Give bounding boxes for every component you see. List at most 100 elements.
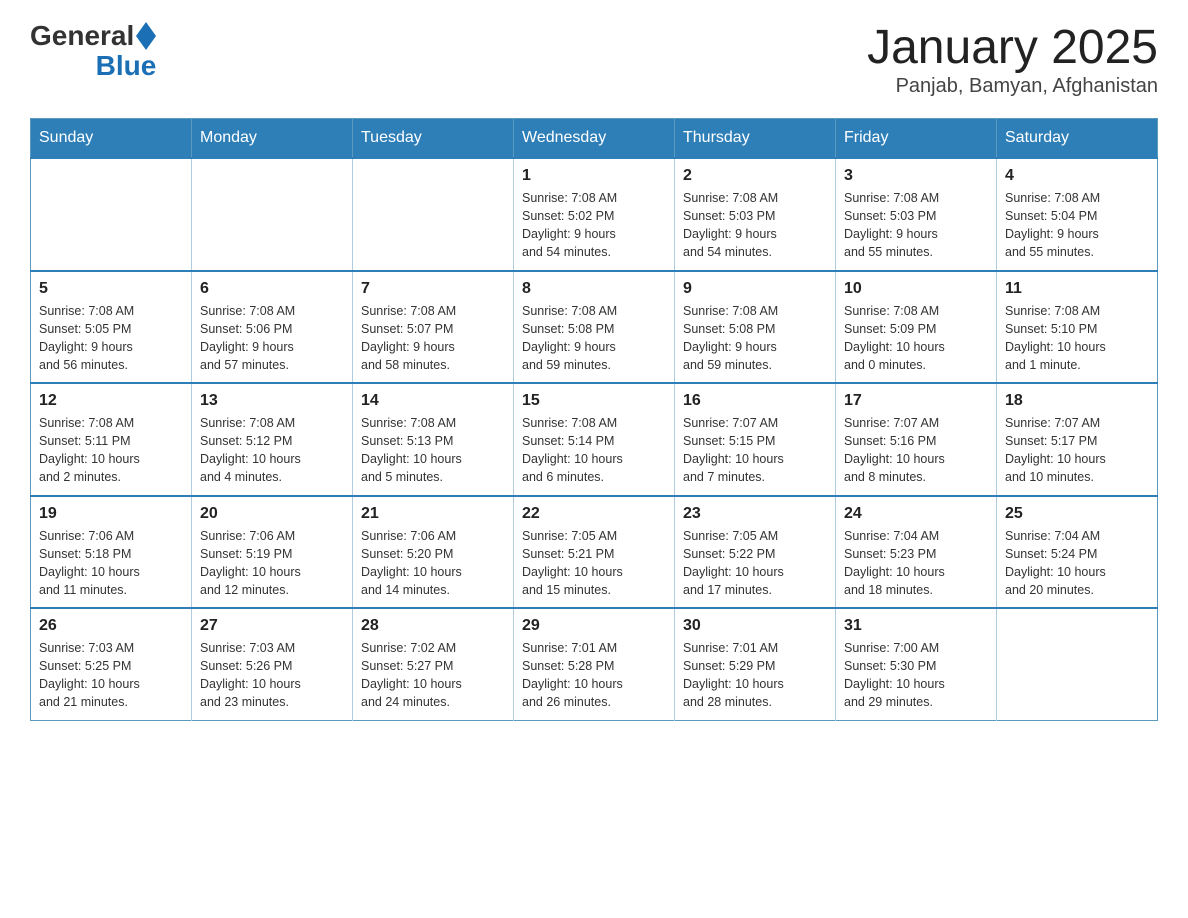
day-info: Sunrise: 7:08 AMSunset: 5:10 PMDaylight:… xyxy=(1005,302,1149,375)
table-row: 10 Sunrise: 7:08 AMSunset: 5:09 PMDayligh… xyxy=(836,271,997,384)
table-row: 25 Sunrise: 7:04 AMSunset: 5:24 PMDayligh… xyxy=(997,496,1158,609)
table-row xyxy=(997,608,1158,720)
day-number: 4 xyxy=(1005,167,1149,185)
day-number: 14 xyxy=(361,392,505,410)
logo-blue: Blue xyxy=(96,50,157,82)
table-row: 31 Sunrise: 7:00 AMSunset: 5:30 PMDayligh… xyxy=(836,608,997,720)
day-number: 29 xyxy=(522,617,666,635)
day-info: Sunrise: 7:08 AMSunset: 5:04 PMDaylight:… xyxy=(1005,189,1149,262)
day-number: 6 xyxy=(200,280,344,298)
day-number: 7 xyxy=(361,280,505,298)
table-row: 20 Sunrise: 7:06 AMSunset: 5:19 PMDayligh… xyxy=(192,496,353,609)
table-row: 16 Sunrise: 7:07 AMSunset: 5:15 PMDayligh… xyxy=(675,383,836,496)
table-row: 17 Sunrise: 7:07 AMSunset: 5:16 PMDayligh… xyxy=(836,383,997,496)
table-row: 6 Sunrise: 7:08 AMSunset: 5:06 PMDaylight… xyxy=(192,271,353,384)
day-number: 19 xyxy=(39,505,183,523)
day-info: Sunrise: 7:08 AMSunset: 5:09 PMDaylight:… xyxy=(844,302,988,375)
calendar-subtitle: Panjab, Bamyan, Afghanistan xyxy=(867,75,1158,98)
calendar-week-row: 5 Sunrise: 7:08 AMSunset: 5:05 PMDaylight… xyxy=(31,271,1158,384)
header-friday: Friday xyxy=(836,119,997,159)
table-row: 12 Sunrise: 7:08 AMSunset: 5:11 PMDayligh… xyxy=(31,383,192,496)
day-number: 10 xyxy=(844,280,988,298)
day-number: 9 xyxy=(683,280,827,298)
table-row: 28Sunrise: 7:02 AMSunset: 5:27 PMDayligh… xyxy=(353,608,514,720)
day-info: Sunrise: 7:01 AMSunset: 5:28 PMDaylight:… xyxy=(522,639,666,712)
table-row: 3 Sunrise: 7:08 AMSunset: 5:03 PMDaylight… xyxy=(836,158,997,271)
day-info: Sunrise: 7:08 AMSunset: 5:06 PMDaylight:… xyxy=(200,302,344,375)
day-info: Sunrise: 7:08 AMSunset: 5:12 PMDaylight:… xyxy=(200,414,344,487)
header-thursday: Thursday xyxy=(675,119,836,159)
day-info: Sunrise: 7:04 AMSunset: 5:23 PMDaylight:… xyxy=(844,527,988,600)
day-info: Sunrise: 7:08 AMSunset: 5:07 PMDaylight:… xyxy=(361,302,505,375)
table-row: 23 Sunrise: 7:05 AMSunset: 5:22 PMDayligh… xyxy=(675,496,836,609)
day-number: 18 xyxy=(1005,392,1149,410)
table-row: 5 Sunrise: 7:08 AMSunset: 5:05 PMDaylight… xyxy=(31,271,192,384)
day-number: 24 xyxy=(844,505,988,523)
table-row: 2 Sunrise: 7:08 AMSunset: 5:03 PMDaylight… xyxy=(675,158,836,271)
day-info: Sunrise: 7:04 AMSunset: 5:24 PMDaylight:… xyxy=(1005,527,1149,600)
table-row: 15 Sunrise: 7:08 AMSunset: 5:14 PMDayligh… xyxy=(514,383,675,496)
table-row: 21Sunrise: 7:06 AMSunset: 5:20 PMDayligh… xyxy=(353,496,514,609)
day-info: Sunrise: 7:03 AMSunset: 5:26 PMDaylight:… xyxy=(200,639,344,712)
calendar-table: Sunday Monday Tuesday Wednesday Thursday… xyxy=(30,118,1158,721)
day-number: 15 xyxy=(522,392,666,410)
table-row: 19 Sunrise: 7:06 AMSunset: 5:18 PMDayligh… xyxy=(31,496,192,609)
day-number: 1 xyxy=(522,167,666,185)
day-number: 21 xyxy=(361,505,505,523)
table-row xyxy=(31,158,192,271)
day-number: 2 xyxy=(683,167,827,185)
calendar-week-row: 12 Sunrise: 7:08 AMSunset: 5:11 PMDayligh… xyxy=(31,383,1158,496)
day-number: 16 xyxy=(683,392,827,410)
calendar-title: January 2025 xyxy=(867,20,1158,75)
day-info: Sunrise: 7:08 AMSunset: 5:03 PMDaylight:… xyxy=(844,189,988,262)
day-number: 31 xyxy=(844,617,988,635)
table-row: 18 Sunrise: 7:07 AMSunset: 5:17 PMDayligh… xyxy=(997,383,1158,496)
day-number: 17 xyxy=(844,392,988,410)
logo: General Blue xyxy=(30,20,156,82)
day-number: 27 xyxy=(200,617,344,635)
table-row: 30Sunrise: 7:01 AMSunset: 5:29 PMDayligh… xyxy=(675,608,836,720)
calendar-week-row: 19 Sunrise: 7:06 AMSunset: 5:18 PMDayligh… xyxy=(31,496,1158,609)
day-info: Sunrise: 7:07 AMSunset: 5:17 PMDaylight:… xyxy=(1005,414,1149,487)
title-block: January 2025 Panjab, Bamyan, Afghanistan xyxy=(867,20,1158,98)
table-row: 11 Sunrise: 7:08 AMSunset: 5:10 PMDayligh… xyxy=(997,271,1158,384)
day-info: Sunrise: 7:06 AMSunset: 5:19 PMDaylight:… xyxy=(200,527,344,600)
day-info: Sunrise: 7:08 AMSunset: 5:11 PMDaylight:… xyxy=(39,414,183,487)
header-saturday: Saturday xyxy=(997,119,1158,159)
day-number: 13 xyxy=(200,392,344,410)
day-info: Sunrise: 7:08 AMSunset: 5:08 PMDaylight:… xyxy=(683,302,827,375)
day-info: Sunrise: 7:07 AMSunset: 5:15 PMDaylight:… xyxy=(683,414,827,487)
day-info: Sunrise: 7:08 AMSunset: 5:14 PMDaylight:… xyxy=(522,414,666,487)
day-info: Sunrise: 7:05 AMSunset: 5:22 PMDaylight:… xyxy=(683,527,827,600)
table-row: 7 Sunrise: 7:08 AMSunset: 5:07 PMDaylight… xyxy=(353,271,514,384)
day-number: 3 xyxy=(844,167,988,185)
day-info: Sunrise: 7:08 AMSunset: 5:03 PMDaylight:… xyxy=(683,189,827,262)
day-number: 11 xyxy=(1005,280,1149,298)
table-row: 4 Sunrise: 7:08 AMSunset: 5:04 PMDaylight… xyxy=(997,158,1158,271)
day-number: 20 xyxy=(200,505,344,523)
day-number: 25 xyxy=(1005,505,1149,523)
header-wednesday: Wednesday xyxy=(514,119,675,159)
day-info: Sunrise: 7:05 AMSunset: 5:21 PMDaylight:… xyxy=(522,527,666,600)
table-row: 14 Sunrise: 7:08 AMSunset: 5:13 PMDayligh… xyxy=(353,383,514,496)
day-info: Sunrise: 7:08 AMSunset: 5:13 PMDaylight:… xyxy=(361,414,505,487)
day-info: Sunrise: 7:00 AMSunset: 5:30 PMDaylight:… xyxy=(844,639,988,712)
day-info: Sunrise: 7:07 AMSunset: 5:16 PMDaylight:… xyxy=(844,414,988,487)
day-info: Sunrise: 7:06 AMSunset: 5:18 PMDaylight:… xyxy=(39,527,183,600)
day-info: Sunrise: 7:08 AMSunset: 5:05 PMDaylight:… xyxy=(39,302,183,375)
table-row xyxy=(353,158,514,271)
logo-general: General xyxy=(30,20,134,52)
header-sunday: Sunday xyxy=(31,119,192,159)
day-number: 23 xyxy=(683,505,827,523)
table-row: 22Sunrise: 7:05 AMSunset: 5:21 PMDayligh… xyxy=(514,496,675,609)
day-number: 12 xyxy=(39,392,183,410)
table-row: 24 Sunrise: 7:04 AMSunset: 5:23 PMDayligh… xyxy=(836,496,997,609)
table-row: 9 Sunrise: 7:08 AMSunset: 5:08 PMDaylight… xyxy=(675,271,836,384)
table-row: 26Sunrise: 7:03 AMSunset: 5:25 PMDayligh… xyxy=(31,608,192,720)
table-row: 1Sunrise: 7:08 AMSunset: 5:02 PMDaylight… xyxy=(514,158,675,271)
day-number: 26 xyxy=(39,617,183,635)
calendar-week-row: 26Sunrise: 7:03 AMSunset: 5:25 PMDayligh… xyxy=(31,608,1158,720)
page-header: General Blue January 2025 Panjab, Bamyan… xyxy=(30,20,1158,98)
table-row xyxy=(192,158,353,271)
day-number: 5 xyxy=(39,280,183,298)
